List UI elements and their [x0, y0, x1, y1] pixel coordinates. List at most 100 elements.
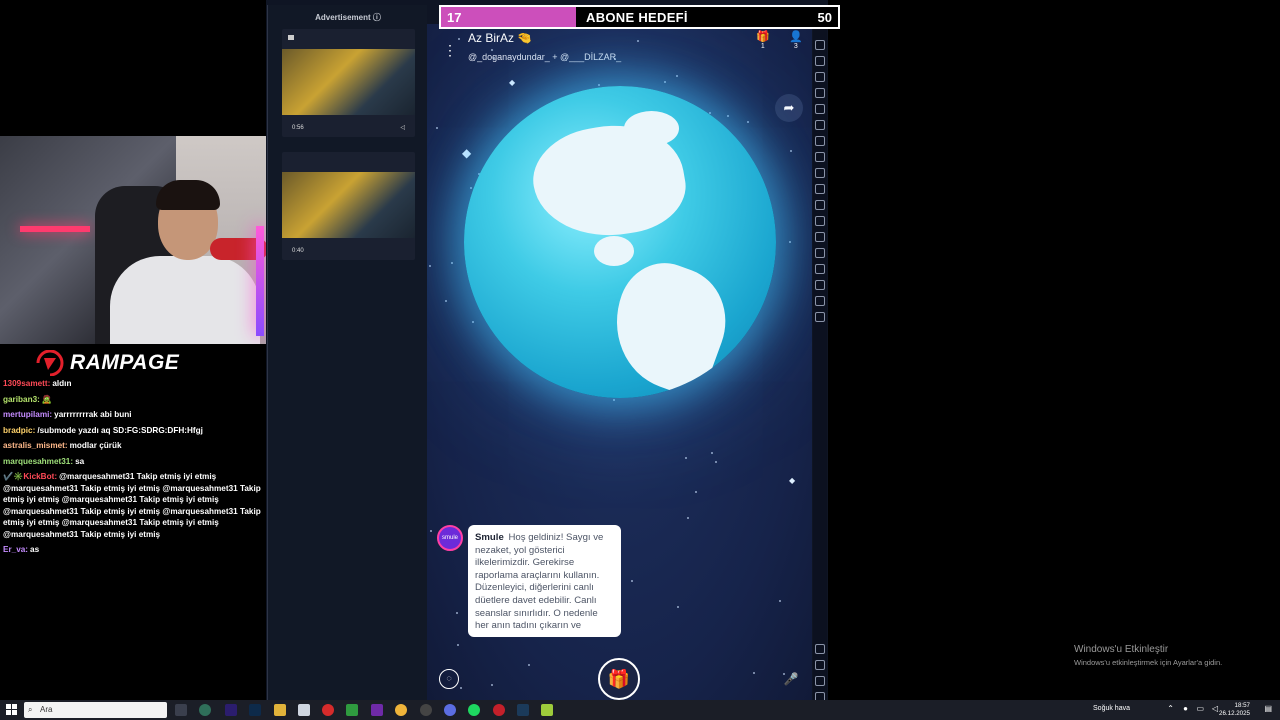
gift-icon: 🎁 [756, 31, 770, 43]
chat-text: as [30, 545, 40, 554]
clock[interactable]: 18:57 26.12.2025 [1219, 702, 1250, 718]
toolbar-tool-icon[interactable] [815, 200, 825, 210]
toolbar-tool-icon[interactable] [815, 264, 825, 274]
obs-icon[interactable] [371, 704, 383, 716]
toolbar-tool-icon[interactable] [815, 72, 825, 82]
welcome-message: Smule Hoş geldiniz! Saygı ve nezaket, yo… [468, 525, 621, 637]
chat-username[interactable]: marquesahmet31: [3, 457, 73, 466]
chat-message: marquesahmet31: sa [3, 456, 265, 468]
toolbar-tool-icon[interactable] [815, 248, 825, 258]
toolbar-tool-icon[interactable] [815, 216, 825, 226]
opera-icon[interactable] [322, 704, 334, 716]
chat-username[interactable]: Er_va: [3, 545, 28, 554]
toolbar-nav-icon[interactable] [815, 644, 825, 654]
chat-message: mertupilami: yarrrrrrrrak abi buni [3, 409, 265, 421]
photoshop-icon[interactable] [249, 704, 261, 716]
star [491, 49, 493, 51]
ad-video-thumbnail[interactable] [282, 172, 415, 238]
network-icon[interactable]: ▭ [1196, 704, 1204, 713]
app-icon[interactable] [199, 704, 211, 716]
ad-title: Advertisement ⓘ [315, 13, 381, 22]
stream-chat: 1309samett: aldın gariban3: 🧟 mertupilami: ya… [3, 368, 265, 560]
star [753, 672, 755, 674]
participants-counter[interactable]: 👤 3 [789, 31, 803, 50]
room-hosts[interactable]: @_doganaydundar_ + @___DİLZAR_ [468, 52, 621, 62]
star [445, 300, 447, 302]
room-title: Az BirAz 🤏 [468, 31, 533, 45]
chat-username[interactable]: KickBot: [23, 472, 57, 481]
toolbar-tool-icon[interactable] [815, 56, 825, 66]
chat-username[interactable]: mertupilami: [3, 410, 52, 419]
ad-video-time: 0:56 [292, 125, 304, 131]
taskbar-search[interactable]: ⌕ Ara [24, 702, 167, 718]
chevron-up-icon[interactable]: ⌃ [1167, 704, 1174, 713]
app-icon[interactable] [420, 704, 432, 716]
toolbar-tool-icon[interactable] [815, 280, 825, 290]
toolbar-nav-icon[interactable] [815, 660, 825, 670]
weather-text[interactable]: Soğuk hava [1093, 705, 1130, 712]
gift-button[interactable]: 🎁 [598, 658, 640, 700]
windows-activation-watermark: Windows'u Etkinleştir Windows'u etkinleş… [1074, 644, 1222, 667]
neon-light [20, 226, 90, 232]
streamer-hair [156, 180, 220, 210]
menu-icon[interactable]: ⋮ [443, 42, 457, 59]
notepad-icon[interactable] [298, 704, 310, 716]
clock-date: 26.12.2025 [1219, 710, 1250, 717]
mic-button[interactable]: 🎤 [781, 669, 801, 689]
xbox-icon[interactable] [346, 704, 358, 716]
star [637, 40, 639, 42]
neon-tube [256, 226, 264, 336]
star [779, 600, 781, 602]
star [598, 84, 600, 86]
toolbar-tool-icon[interactable] [815, 184, 825, 194]
file-explorer-icon[interactable] [274, 704, 286, 716]
chat-text: /submode yazdı aq SD:FG:SDRG:DFH:Hfgj [37, 425, 203, 435]
star [789, 241, 791, 243]
notification-icon[interactable]: ▤ [1264, 704, 1272, 713]
chat-badges: ✔️✳️ [3, 472, 24, 481]
south-america [596, 250, 742, 398]
opera-gx-icon[interactable] [493, 704, 505, 716]
sparkle-icon: ◆ [789, 476, 796, 485]
mic-icon: 🎤 [783, 672, 799, 686]
toolbar-tool-icon[interactable] [815, 136, 825, 146]
discord-icon[interactable] [444, 704, 456, 716]
chat-username[interactable]: 1309samett: [3, 379, 50, 388]
chrome-icon[interactable] [395, 704, 407, 716]
steam-icon[interactable] [517, 704, 529, 716]
windows-start-icon[interactable] [6, 704, 18, 716]
toolbar-tool-icon[interactable] [815, 152, 825, 162]
share-button[interactable]: ➦ [775, 94, 803, 122]
emulator-side-toolbar [813, 24, 827, 702]
volume-icon[interactable]: ◁ [400, 124, 405, 131]
toolbar-tool-icon[interactable] [815, 296, 825, 306]
ad-video-thumbnail[interactable] [282, 49, 415, 115]
chat-text: sa [75, 456, 85, 466]
chat-username[interactable]: bradpic: [3, 426, 35, 435]
chat-username[interactable]: gariban3: [3, 395, 40, 404]
toolbar-tool-icon[interactable] [815, 120, 825, 130]
toolbar-tool-icon[interactable] [815, 168, 825, 178]
toolbar-nav-icon[interactable] [815, 676, 825, 686]
premiere-icon[interactable] [225, 704, 237, 716]
smule-avatar[interactable]: smule [437, 525, 463, 551]
gift-counter[interactable]: 🎁 1 [756, 31, 770, 50]
toolbar-tool-icon[interactable] [815, 88, 825, 98]
ad-video-card[interactable]: 0:56 ◁ [282, 29, 415, 137]
spotify-icon[interactable] [468, 704, 480, 716]
volume-icon[interactable]: ◁ [1212, 704, 1218, 713]
toolbar-tool-icon[interactable] [815, 104, 825, 114]
chat-button[interactable]: ◌ [439, 669, 459, 689]
chat-message: gariban3: 🧟 [3, 394, 265, 406]
task-view-icon[interactable] [175, 704, 187, 716]
ad-video-card[interactable]: 0:40 [282, 152, 415, 260]
star [790, 150, 792, 152]
star [429, 265, 431, 267]
toolbar-tool-icon[interactable] [815, 312, 825, 322]
toolbar-tool-icon[interactable] [815, 232, 825, 242]
bluestacks-icon[interactable] [541, 704, 553, 716]
mic-icon[interactable]: ● [1183, 704, 1188, 713]
chat-username[interactable]: astralis_mismet: [3, 441, 68, 450]
star [430, 530, 432, 532]
toolbar-tool-icon[interactable] [815, 40, 825, 50]
